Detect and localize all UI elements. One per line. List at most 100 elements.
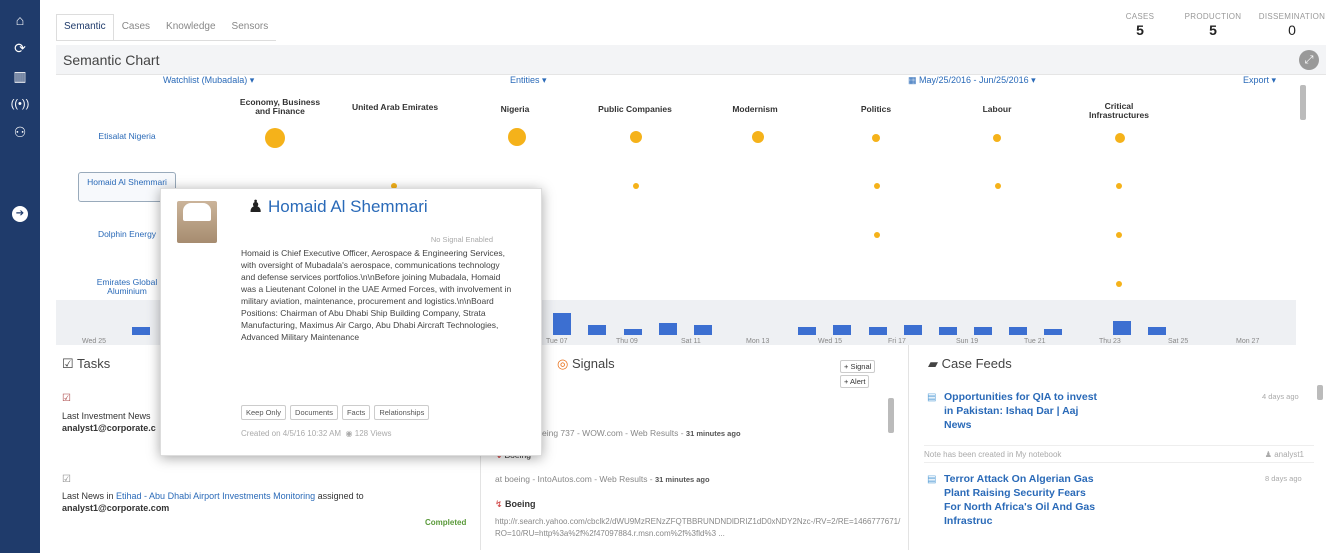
semantic-dot[interactable] — [1115, 133, 1125, 143]
target-icon: ◎ — [557, 356, 572, 371]
library-icon[interactable]: ▥ — [10, 66, 30, 86]
task-check-icon: ☑ — [62, 393, 71, 404]
feed-item-title[interactable]: Opportunities for QIA to invest in Pakis… — [944, 390, 1104, 432]
timeline-bar — [869, 327, 887, 335]
signal-time: 31 minutes ago — [685, 429, 741, 438]
popup-bio: Homaid is Chief Executive Officer, Aeros… — [241, 248, 512, 342]
signal-url[interactable]: http://r.search.yahoo.com/cbclk2/dWU9MzR… — [495, 516, 905, 552]
chart-scrollbar[interactable] — [1300, 85, 1306, 120]
no-signal-label: No Signal Enabled — [430, 235, 493, 244]
arrow-right-circle-icon[interactable]: ➔ — [12, 206, 28, 222]
popup-name[interactable]: ♟ Homaid Al Shemmari — [248, 197, 448, 217]
signals-panel-title: ◎ Signals — [557, 356, 615, 372]
timeline-bar — [904, 325, 922, 335]
timeline-label: Mon 13 — [746, 338, 770, 345]
timeline-bar — [833, 325, 851, 335]
semantic-dot[interactable] — [872, 134, 880, 142]
timeline-bar — [588, 325, 606, 335]
main-tabs: Semantic Cases Knowledge Sensors — [56, 14, 277, 41]
home-icon[interactable]: ⌂ — [10, 10, 30, 30]
semantic-dot[interactable] — [1116, 183, 1122, 189]
semantic-dot[interactable] — [265, 128, 285, 148]
date-range-dropdown[interactable]: ▦ May/25/2016 - Jun/25/2016 ▾ — [908, 75, 1036, 86]
timeline-bar — [974, 327, 992, 335]
entity-popup: ♟ Homaid Al Shemmari No Signal Enabled H… — [160, 188, 542, 456]
timeline-bar — [1009, 327, 1027, 335]
semantic-dot[interactable] — [874, 183, 880, 189]
add-alert-button[interactable]: + Alert — [840, 375, 870, 388]
feeds-scrollbar[interactable] — [1317, 385, 1323, 400]
task-user: analyst1@corporate.c — [62, 423, 156, 433]
tasks-panel-title: ☑ Tasks — [62, 356, 110, 372]
signals-scrollbar[interactable] — [888, 398, 894, 433]
signal-title-text: Boeing — [505, 499, 536, 509]
timeline-bar — [132, 327, 150, 335]
users-icon[interactable]: ⚇ — [10, 122, 30, 142]
semantic-dot[interactable] — [1116, 281, 1122, 287]
semantic-dot[interactable] — [630, 131, 642, 143]
task-item[interactable]: Last Investment News analyst1@corporate.… — [62, 410, 156, 434]
semantic-dot[interactable] — [874, 232, 880, 238]
export-dropdown[interactable]: Export ▾ — [1243, 75, 1276, 86]
task-text: assigned to — [315, 491, 364, 501]
signal-title[interactable]: ↯ Boeing — [495, 499, 536, 510]
timeline-label: Mon 27 — [1236, 338, 1260, 345]
case-feeds-panel-title: ▰ Case Feeds — [928, 356, 1012, 372]
column-header: Nigeria — [500, 104, 530, 114]
bolt-icon: ↯ — [495, 499, 506, 509]
popup-meta: Created on 4/5/16 10:32 AM ◉ 128 Views — [241, 429, 392, 438]
checkbox-icon: ☑ — [62, 356, 78, 371]
sidebar: ⌂ ⟳ ▥ ((•)) ⚇ ➔ — [0, 0, 40, 553]
production-stat-value: 5 — [1209, 22, 1217, 38]
timeline-bar — [694, 325, 712, 335]
task-item[interactable]: Last News in Etihad - Abu Dhabi Airport … — [62, 490, 472, 514]
semantic-dot[interactable] — [752, 131, 764, 143]
semantic-dot[interactable] — [993, 134, 1001, 142]
semantic-dot[interactable] — [995, 183, 1001, 189]
tab-cases[interactable]: Cases — [114, 14, 158, 40]
semantic-dot[interactable] — [508, 128, 526, 146]
row-label[interactable]: Etisalat Nigeria — [78, 132, 176, 141]
tab-sensors[interactable]: Sensors — [224, 14, 277, 40]
signals-title: Signals — [571, 356, 615, 371]
feed-note-text: Note has been created in My notebook — [924, 450, 1062, 459]
timeline-label: Tue 07 — [546, 338, 568, 345]
tab-knowledge[interactable]: Knowledge — [158, 14, 223, 40]
tasks-title: Tasks — [77, 356, 111, 371]
feed-item-title[interactable]: Terror Attack On Algerian Gas Plant Rais… — [944, 472, 1104, 528]
semantic-dot[interactable] — [1116, 232, 1122, 238]
dissemination-stat-value: 0 — [1288, 22, 1296, 38]
signal-item[interactable]: at boeing - IntoAutos.com - Web Results … — [495, 474, 710, 484]
facts-button[interactable]: Facts — [341, 405, 371, 420]
tab-semantic[interactable]: Semantic — [56, 14, 114, 40]
avatar — [177, 201, 217, 243]
task-user: analyst1@corporate.com — [62, 503, 170, 513]
feed-time: 8 days ago — [1265, 474, 1302, 483]
popup-name-text: Homaid Al Shemmari — [267, 197, 428, 216]
watchlist-dropdown[interactable]: Watchlist (Mubadala) ▾ — [163, 75, 254, 86]
signal-item[interactable]: eing 737 - WOW.com - Web Results - 31 mi… — [542, 428, 741, 438]
timeline-label: Wed 25 — [82, 338, 106, 345]
broadcast-icon[interactable]: ((•)) — [10, 94, 30, 114]
task-check-icon: ☑ — [62, 474, 71, 485]
task-text: Last Investment News — [62, 411, 151, 421]
entities-dropdown[interactable]: Entities ▾ — [510, 75, 547, 86]
add-signal-button[interactable]: + Signal — [840, 360, 876, 373]
signal-time: 31 minutes ago — [655, 475, 710, 484]
timeline-label: Thu 23 — [1099, 338, 1121, 345]
chart-title: Semantic Chart — [63, 52, 160, 68]
column-header: Critical Infrastructures — [1089, 101, 1149, 120]
documents-button[interactable]: Documents — [290, 405, 338, 420]
feed-note: Note has been created in My notebook ♟ a… — [924, 445, 1314, 463]
semantic-dot[interactable] — [633, 183, 639, 189]
column-header: Economy, Business and Finance — [239, 97, 321, 116]
timeline-label: Sat 25 — [1168, 338, 1189, 345]
task-link[interactable]: Etihad - Abu Dhabi Airport Investments M… — [116, 491, 315, 501]
refresh-icon[interactable]: ⟳ — [10, 38, 30, 58]
feed-note-username: analyst1 — [1274, 450, 1304, 459]
expand-icon[interactable]: ⤢ — [1299, 50, 1319, 70]
keep-only-button[interactable]: Keep Only — [241, 405, 287, 420]
relationships-button[interactable]: Relationships — [374, 405, 430, 420]
date-range-text: May/25/2016 - Jun/25/2016 ▾ — [919, 75, 1036, 85]
cases-stat-label: CASES — [1125, 12, 1155, 21]
